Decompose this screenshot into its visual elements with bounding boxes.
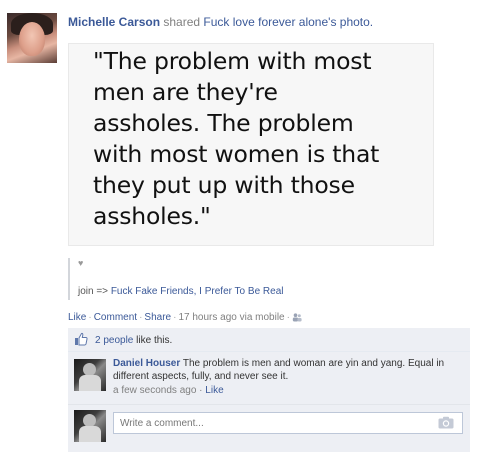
comment-like-link[interactable]: Like [205,385,223,396]
avatar-face [19,22,45,56]
like-link[interactable]: Like [68,312,86,323]
separator-dot: · [173,312,177,323]
heart-icon: ♥ [78,258,84,268]
camera-icon[interactable] [438,416,454,429]
comment-link[interactable]: Comment [94,312,137,323]
commenter-name-link[interactable]: Daniel Houser [113,358,180,369]
comment-meta: a few seconds ago · Like [113,384,463,397]
like-thumb-icon [75,332,88,346]
share-attribution: ♥ join => Fuck Fake Friends, I Prefer To… [68,258,283,300]
story-timestamp[interactable]: 17 hours ago via mobile [178,312,284,323]
separator-dot: · [88,312,92,323]
share-prefix: join => [78,286,109,297]
comment-item: Daniel Houser The problem is men and wom… [68,353,470,405]
share-link[interactable]: Share [144,312,171,323]
quote-line: men are they're [93,78,278,106]
photo-quote-text: "The problem with most men are they're a… [93,46,433,232]
likes-sentence: 2 people like this. [68,328,470,352]
separator-dot: · [286,312,290,323]
shared-photo[interactable]: "The problem with most men are they're a… [68,43,434,246]
quote-line: they put up with those [93,171,355,199]
quote-line: "The problem with most [93,47,372,75]
separator-dot: · [139,312,143,323]
likes-text: 2 people like this. [95,335,172,346]
feed-story: Michelle Carson shared Fuck love forever… [0,0,485,460]
avatar-body [79,375,101,391]
likers-link[interactable]: 2 people [95,335,133,346]
likes-suffix: like this. [136,335,173,346]
author-avatar[interactable] [7,13,57,63]
comment-input[interactable]: Write a comment... [113,412,463,434]
comment-timestamp[interactable]: a few seconds ago [113,385,196,396]
shared-photo-link[interactable]: Fuck love forever alone's photo. [203,15,373,29]
story-verb: shared [163,15,201,29]
quote-line: assholes. The problem [93,109,354,137]
commenter-avatar[interactable] [74,359,106,391]
story-actions: Like · Comment · Share · 17 hours ago via mobi… [68,312,302,323]
share-description: join => Fuck Fake Friends, I Prefer To B… [78,286,283,297]
separator-dot: · [199,385,203,396]
viewer-avatar [74,410,106,442]
author-name-link[interactable]: Michelle Carson [68,15,160,29]
quote-line: with most women is that [93,140,380,168]
quote-line: assholes." [93,202,211,230]
story-header: Michelle Carson shared Fuck love forever… [68,15,373,29]
comment-content: Daniel Houser The problem is men and wom… [113,357,463,397]
comment-composer: Write a comment... [68,406,470,452]
avatar-body [79,426,101,442]
share-page-link[interactable]: Fuck Fake Friends, I Prefer To Be Real [111,286,284,297]
people-icon[interactable] [292,313,302,322]
feedback-panel: 2 people like this. Daniel Houser The pr… [68,328,470,452]
